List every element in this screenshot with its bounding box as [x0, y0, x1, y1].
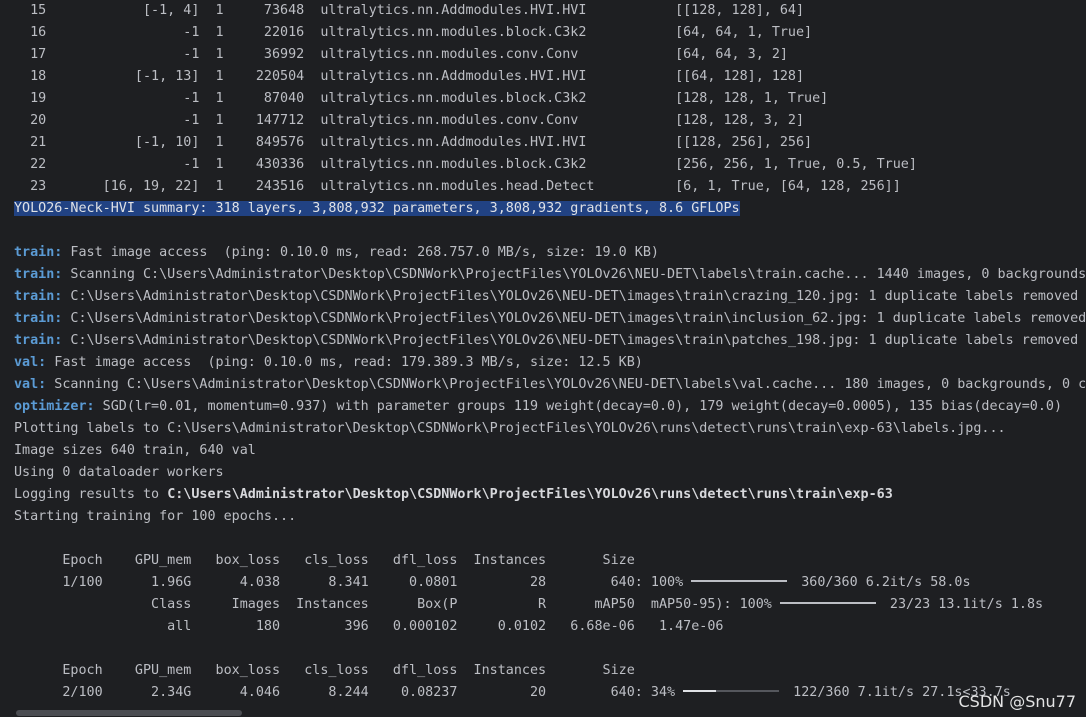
selected-summary-text[interactable]: YOLO26-Neck-HVI summary: 318 layers, 3,8…: [14, 201, 740, 216]
layer-row: 19 -1 1 87040 ultralytics.nn.modules.blo…: [14, 91, 829, 106]
epoch-header: Epoch GPU_mem box_loss cls_loss dfl_loss…: [14, 663, 635, 678]
log-line: train: C:\Users\Administrator\Desktop\CS…: [14, 330, 1086, 352]
summary-line[interactable]: YOLO26-Neck-HVI summary: 318 layers, 3,8…: [14, 198, 1086, 220]
layer-row: 16 -1 1 22016 ultralytics.nn.modules.blo…: [14, 25, 813, 40]
log-text: Fast image access (ping: 0.10.0 ms, read…: [62, 245, 659, 260]
log-key: train:: [14, 267, 63, 282]
log-line: train: Scanning C:\Users\Administrator\D…: [14, 264, 1086, 286]
watermark: CSDN @Snu77: [958, 692, 1077, 711]
plain-line: Image sizes 640 train, 640 val: [14, 443, 256, 458]
log-key: val:: [14, 355, 47, 370]
progress-bar: [691, 580, 788, 582]
layer-row: 20 -1 1 147712 ultralytics.nn.modules.co…: [14, 113, 805, 128]
log-line: train: C:\Users\Administrator\Desktop\CS…: [14, 308, 1086, 330]
log-text: Fast image access (ping: 0.10.0 ms, read…: [46, 355, 643, 370]
log-key: train:: [14, 333, 63, 348]
horizontal-scrollbar[interactable]: [16, 710, 242, 716]
epoch-progress-row: 1/100 1.96G 4.038 8.341 0.0801 28 640: 1…: [14, 572, 1086, 594]
logging-prefix: Logging results to: [14, 487, 168, 502]
val-metrics-row: all 180 396 0.000102 0.0102 6.68e-06 1.4…: [14, 619, 724, 634]
epoch-rate: 360/360 6.2it/s 58.0s: [793, 575, 971, 590]
log-line: val: Fast image access (ping: 0.10.0 ms,…: [14, 352, 1086, 374]
log-key: train:: [14, 289, 63, 304]
logging-path: C:\Users\Administrator\Desktop\CSDNWork\…: [167, 487, 893, 502]
epoch-progress-row: 2/100 2.34G 4.046 8.244 0.08237 20 640: …: [14, 682, 1086, 704]
val-rate: 23/23 13.1it/s 1.8s: [881, 597, 1044, 612]
layer-row: 21 [-1, 10] 1 849576 ultralytics.nn.Addm…: [14, 135, 813, 150]
log-text: C:\Users\Administrator\Desktop\CSDNWork\…: [62, 289, 1079, 304]
epoch-stats: 1/100 1.96G 4.038 8.341 0.0801 28 640: 1…: [14, 575, 684, 590]
plain-line: Plotting labels to C:\Users\Administrato…: [14, 421, 1006, 436]
terminal-output[interactable]: 15 [-1, 4] 1 73648 ultralytics.nn.Addmod…: [0, 0, 1086, 717]
log-key: train:: [14, 311, 63, 326]
log-line: train: Fast image access (ping: 0.10.0 m…: [14, 242, 1086, 264]
epoch-stats: 2/100 2.34G 4.046 8.244 0.08237 20 640: …: [14, 685, 676, 700]
epoch-header: Epoch GPU_mem box_loss cls_loss dfl_loss…: [14, 553, 635, 568]
log-key: optimizer:: [14, 399, 95, 414]
layer-row: 17 -1 1 36992 ultralytics.nn.modules.con…: [14, 47, 788, 62]
log-text: C:\Users\Administrator\Desktop\CSDNWork\…: [62, 311, 1086, 326]
plain-line: Using 0 dataloader workers: [14, 465, 224, 480]
layer-row: 15 [-1, 4] 1 73648 ultralytics.nn.Addmod…: [14, 3, 805, 18]
starting-line: Starting training for 100 epochs...: [14, 509, 297, 524]
logging-line: Logging results to C:\Users\Administrato…: [14, 484, 1086, 506]
log-key: val:: [14, 377, 47, 392]
log-text: SGD(lr=0.01, momentum=0.937) with parame…: [94, 399, 1063, 414]
log-line: train: C:\Users\Administrator\Desktop\CS…: [14, 286, 1086, 308]
val-header-row: Class Images Instances Box(P R mAP50 mAP…: [14, 594, 1086, 616]
layer-row: 22 -1 1 430336 ultralytics.nn.modules.bl…: [14, 157, 917, 172]
log-key: train:: [14, 245, 63, 260]
progress-bar: [683, 690, 780, 692]
progress-bar: [779, 602, 876, 604]
progress-bar-fill: [683, 690, 716, 692]
log-text: Scanning C:\Users\Administrator\Desktop\…: [62, 267, 1086, 282]
log-text: C:\Users\Administrator\Desktop\CSDNWork\…: [62, 333, 1079, 348]
layer-row: 23 [16, 19, 22] 1 243516 ultralytics.nn.…: [14, 179, 901, 194]
val-header: Class Images Instances Box(P R mAP50 mAP…: [14, 597, 772, 612]
log-line: optimizer: SGD(lr=0.01, momentum=0.937) …: [14, 396, 1086, 418]
log-text: Scanning C:\Users\Administrator\Desktop\…: [46, 377, 1086, 392]
log-line: val: Scanning C:\Users\Administrator\Des…: [14, 374, 1086, 396]
layer-row: 18 [-1, 13] 1 220504 ultralytics.nn.Addm…: [14, 69, 805, 84]
